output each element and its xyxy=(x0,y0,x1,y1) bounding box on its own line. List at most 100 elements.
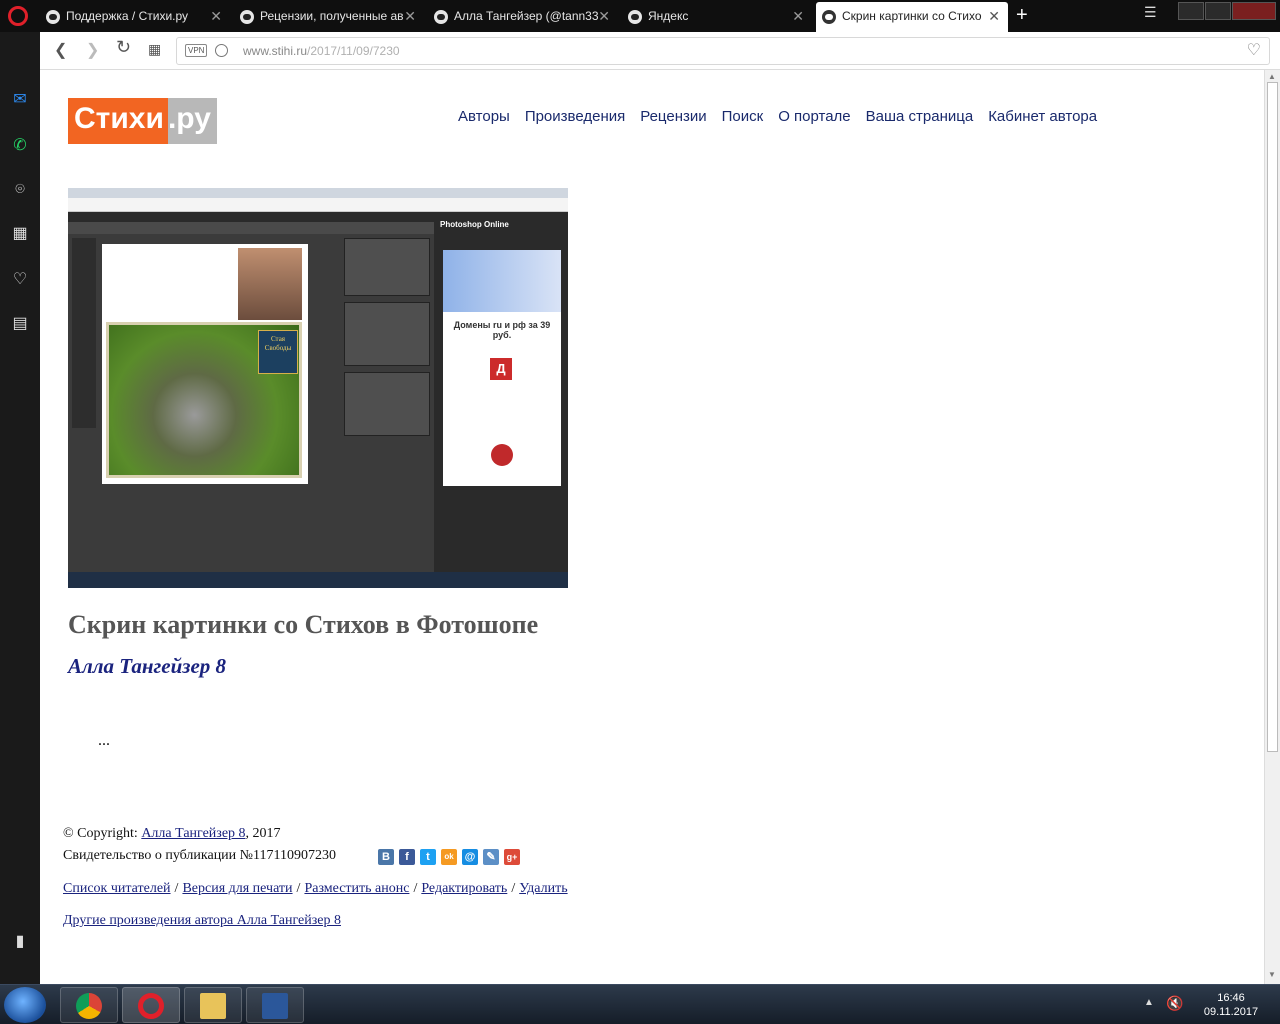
tab-support[interactable]: Поддержка / Стихи.ру ✕ xyxy=(40,2,230,32)
close-tab-icon[interactable]: ✕ xyxy=(792,8,804,25)
forward-arrow-icon[interactable]: ❯ xyxy=(86,40,99,60)
close-window-icon[interactable] xyxy=(1232,2,1276,20)
close-tab-icon[interactable]: ✕ xyxy=(988,8,1000,25)
taskbar-opera[interactable] xyxy=(122,987,180,1023)
logo-suffix: .ру xyxy=(167,98,217,144)
close-tab-icon[interactable]: ✕ xyxy=(404,8,416,25)
nav-search[interactable]: Поиск xyxy=(722,108,764,125)
work-title: Скрин картинки со Стихов в Фотошопе xyxy=(68,610,539,639)
tab-label: Яндекс xyxy=(648,9,689,23)
volume-muted-icon[interactable]: 🔇 xyxy=(1166,995,1183,1012)
windows-start-icon[interactable] xyxy=(4,987,46,1023)
image-advert-letter: Д xyxy=(496,361,506,376)
chrome-icon xyxy=(76,993,102,1019)
tab-label: Скрин картинки со Стихо xyxy=(842,9,982,23)
scrollbar-thumb[interactable] xyxy=(1267,82,1278,752)
image-portrait xyxy=(238,248,302,320)
google-plus-share-icon[interactable]: g+ xyxy=(504,849,520,865)
opera-menu-icon[interactable] xyxy=(8,6,28,26)
livejournal-share-icon[interactable]: ✎ xyxy=(483,849,499,865)
odnoklassniki-share-icon[interactable]: ok xyxy=(441,849,457,865)
other-works: Другие произведения автора Алла Тангейзе… xyxy=(63,913,341,929)
site-nav: Авторы Произведения Рецензии Поиск О пор… xyxy=(458,108,1112,125)
delete-link[interactable]: Удалить xyxy=(519,881,567,896)
new-tab-plus-icon[interactable]: + xyxy=(1016,4,1028,27)
url-input[interactable]: VPN www.stihi.ru/2017/11/09/7230 ♡ xyxy=(176,37,1270,65)
nav-reviews[interactable]: Рецензии xyxy=(640,108,706,125)
site-favicon-icon xyxy=(434,10,448,24)
tab-menu-icon[interactable]: ☰ xyxy=(1144,4,1157,21)
image-book-cover: Стая Свободы xyxy=(258,330,298,374)
reload-icon[interactable]: ↻ xyxy=(116,37,131,58)
site-info-globe-icon[interactable] xyxy=(215,44,228,57)
tab-yandex[interactable]: Яндекс ✕ xyxy=(622,2,812,32)
vpn-badge[interactable]: VPN xyxy=(185,44,208,57)
logo-main: Стихи xyxy=(68,98,168,144)
copyright-prefix: © Copyright: xyxy=(63,826,142,841)
sidebar-toggle-icon[interactable]: ▮ xyxy=(10,932,30,952)
other-works-link[interactable]: Другие произведения автора Алла Тангейзе… xyxy=(63,913,341,928)
site-favicon-icon xyxy=(822,10,836,24)
image-menu-bar xyxy=(68,212,434,222)
nav-author-cabinet[interactable]: Кабинет автора xyxy=(988,108,1097,125)
back-arrow-icon[interactable]: ❮ xyxy=(54,40,67,60)
nav-your-page[interactable]: Ваша страница xyxy=(866,108,974,125)
tray-expand-icon[interactable]: ▲ xyxy=(1144,997,1154,1008)
place-announcement-link[interactable]: Разместить анонс xyxy=(304,881,409,896)
minimize-icon[interactable] xyxy=(1178,2,1204,20)
taskbar-chrome[interactable] xyxy=(60,987,118,1023)
image-advert-text: Домены ru и рф за 39 руб. xyxy=(453,320,551,340)
edit-link[interactable]: Редактировать xyxy=(421,881,507,896)
separator: / xyxy=(296,881,301,896)
image-toolbar xyxy=(68,222,434,234)
speed-dial-grid-icon[interactable]: ▦ xyxy=(148,41,161,58)
close-tab-icon[interactable]: ✕ xyxy=(598,8,610,25)
taskbar-explorer[interactable] xyxy=(184,987,242,1023)
news-icon[interactable]: ▤ xyxy=(10,314,30,334)
image-app-title: Photoshop Online xyxy=(440,220,509,229)
tab-current[interactable]: Скрин картинки со Стихо ✕ xyxy=(816,2,1008,32)
separator: / xyxy=(511,881,516,896)
copyright-author-link[interactable]: Алла Тангейзер 8 xyxy=(141,826,245,841)
opera-sidebar: ✉ ✆ ⌾ ▦ ♡ ▤ ▮ xyxy=(0,32,40,984)
page-scrollbar[interactable]: ▲ ▼ xyxy=(1264,70,1280,984)
bookmarks-heart-icon[interactable]: ♡ xyxy=(10,270,30,290)
nav-about[interactable]: О портале xyxy=(778,108,850,125)
separator: / xyxy=(413,881,418,896)
image-advert-button xyxy=(491,444,513,466)
site-logo[interactable]: Стихи .ру xyxy=(68,98,217,144)
maximize-icon[interactable] xyxy=(1205,2,1231,20)
url-path: /2017/11/09/7230 xyxy=(307,44,400,58)
tab-author[interactable]: Алла Тангейзер (@tann33 ✕ xyxy=(428,2,618,32)
facebook-share-icon[interactable]: f xyxy=(399,849,415,865)
image-history-panel xyxy=(344,372,430,436)
taskbar-word[interactable] xyxy=(246,987,304,1023)
separator: / xyxy=(174,881,179,896)
vk-share-icon[interactable]: B xyxy=(378,849,394,865)
close-tab-icon[interactable]: ✕ xyxy=(210,8,222,25)
camera-snapshot-icon[interactable]: ⌾ xyxy=(10,180,30,200)
opera-icon xyxy=(138,993,164,1019)
speed-dial-icon[interactable]: ▦ xyxy=(10,224,30,244)
twitter-share-icon[interactable]: t xyxy=(420,849,436,865)
mail-share-icon[interactable]: @ xyxy=(462,849,478,865)
image-tool-palette xyxy=(72,238,96,428)
word-icon xyxy=(262,993,288,1019)
work-author-link[interactable]: Алла Тангейзер 8 xyxy=(68,654,226,679)
tray-clock[interactable]: 16:46 09.11.2017 xyxy=(1196,991,1266,1019)
tab-reviews[interactable]: Рецензии, полученные ав ✕ xyxy=(234,2,424,32)
print-version-link[interactable]: Версия для печати xyxy=(182,881,292,896)
tab-label: Рецензии, полученные ав xyxy=(260,9,404,23)
scroll-down-icon[interactable]: ▼ xyxy=(1268,970,1276,979)
image-advert: Домены ru и рф за 39 руб. Д xyxy=(443,250,561,486)
whatsapp-icon[interactable]: ✆ xyxy=(10,136,30,156)
bookmark-heart-icon[interactable]: ♡ xyxy=(1247,40,1261,60)
work-image: Стая Свободы Photoshop Online Домены ru … xyxy=(68,188,568,588)
image-layers-panel xyxy=(344,302,430,366)
readers-list-link[interactable]: Список читателей xyxy=(63,881,171,896)
nav-authors[interactable]: Авторы xyxy=(458,108,510,125)
page-content: Стихи .ру Авторы Произведения Рецензии П… xyxy=(40,70,1264,984)
nav-works[interactable]: Произведения xyxy=(525,108,625,125)
messenger-icon[interactable]: ✉ xyxy=(10,90,30,110)
scroll-up-icon[interactable]: ▲ xyxy=(1268,72,1276,81)
